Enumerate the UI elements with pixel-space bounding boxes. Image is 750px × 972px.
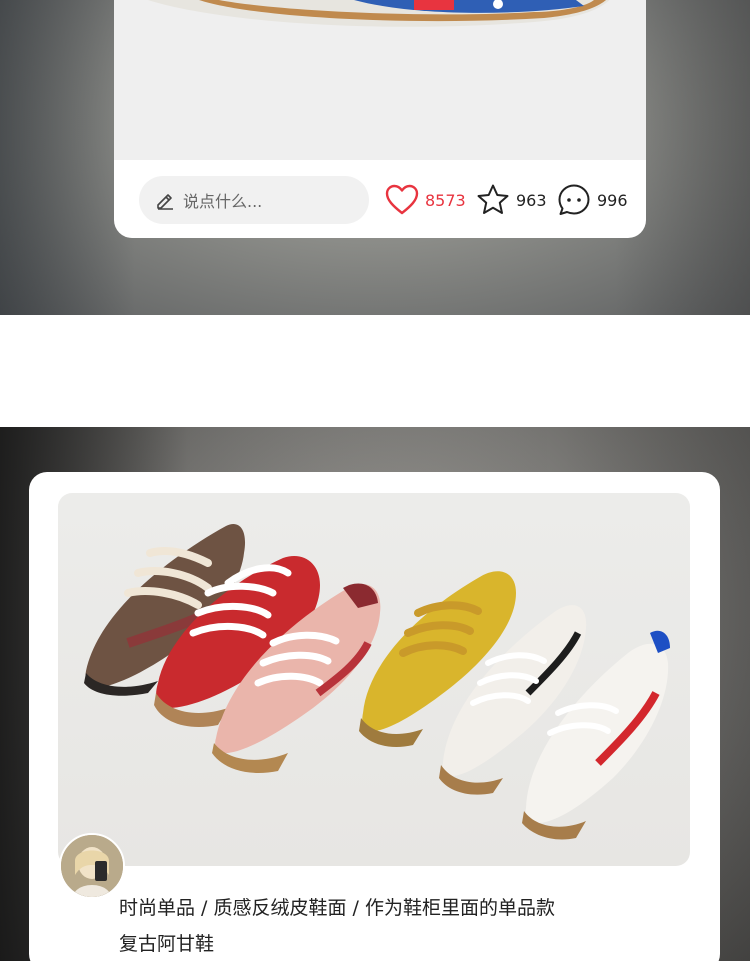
like-button[interactable]: 8573 — [385, 181, 466, 219]
post-caption: 时尚单品 / 质感反绒皮鞋面 / 作为鞋柜里面的单品款 复古阿甘鞋 — [119, 890, 709, 962]
edit-pen-icon — [157, 194, 173, 210]
comment-placeholder: 说点什么... — [183, 192, 263, 211]
heart-icon — [385, 184, 419, 215]
comment-count: 996 — [597, 190, 628, 210]
post-image-shoes[interactable] — [58, 493, 690, 866]
comment-input[interactable]: 说点什么... — [139, 176, 369, 224]
comment-button[interactable]: 996 — [557, 181, 628, 219]
sneakers-illustration — [84, 524, 670, 840]
post-image-top[interactable] — [114, 0, 646, 160]
section-divider — [0, 315, 750, 427]
shoe-sole-graphic — [148, 0, 610, 27]
caption-line-2: 复古阿甘鞋 — [119, 933, 215, 955]
favorite-button[interactable]: 963 — [476, 181, 547, 219]
favorite-count: 963 — [516, 190, 547, 210]
caption-line-1: 时尚单品 / 质感反绒皮鞋面 / 作为鞋柜里面的单品款 — [119, 897, 555, 919]
avatar-portrait — [61, 835, 123, 897]
comment-bubble-icon — [558, 184, 590, 215]
star-icon — [477, 184, 509, 214]
author-avatar[interactable] — [59, 833, 125, 899]
like-count: 8573 — [425, 190, 466, 210]
post-card-top: 说点什么... 8573 963 996 — [114, 0, 646, 238]
post-card-bottom: 时尚单品 / 质感反绒皮鞋面 / 作为鞋柜里面的单品款 复古阿甘鞋 — [29, 472, 720, 972]
